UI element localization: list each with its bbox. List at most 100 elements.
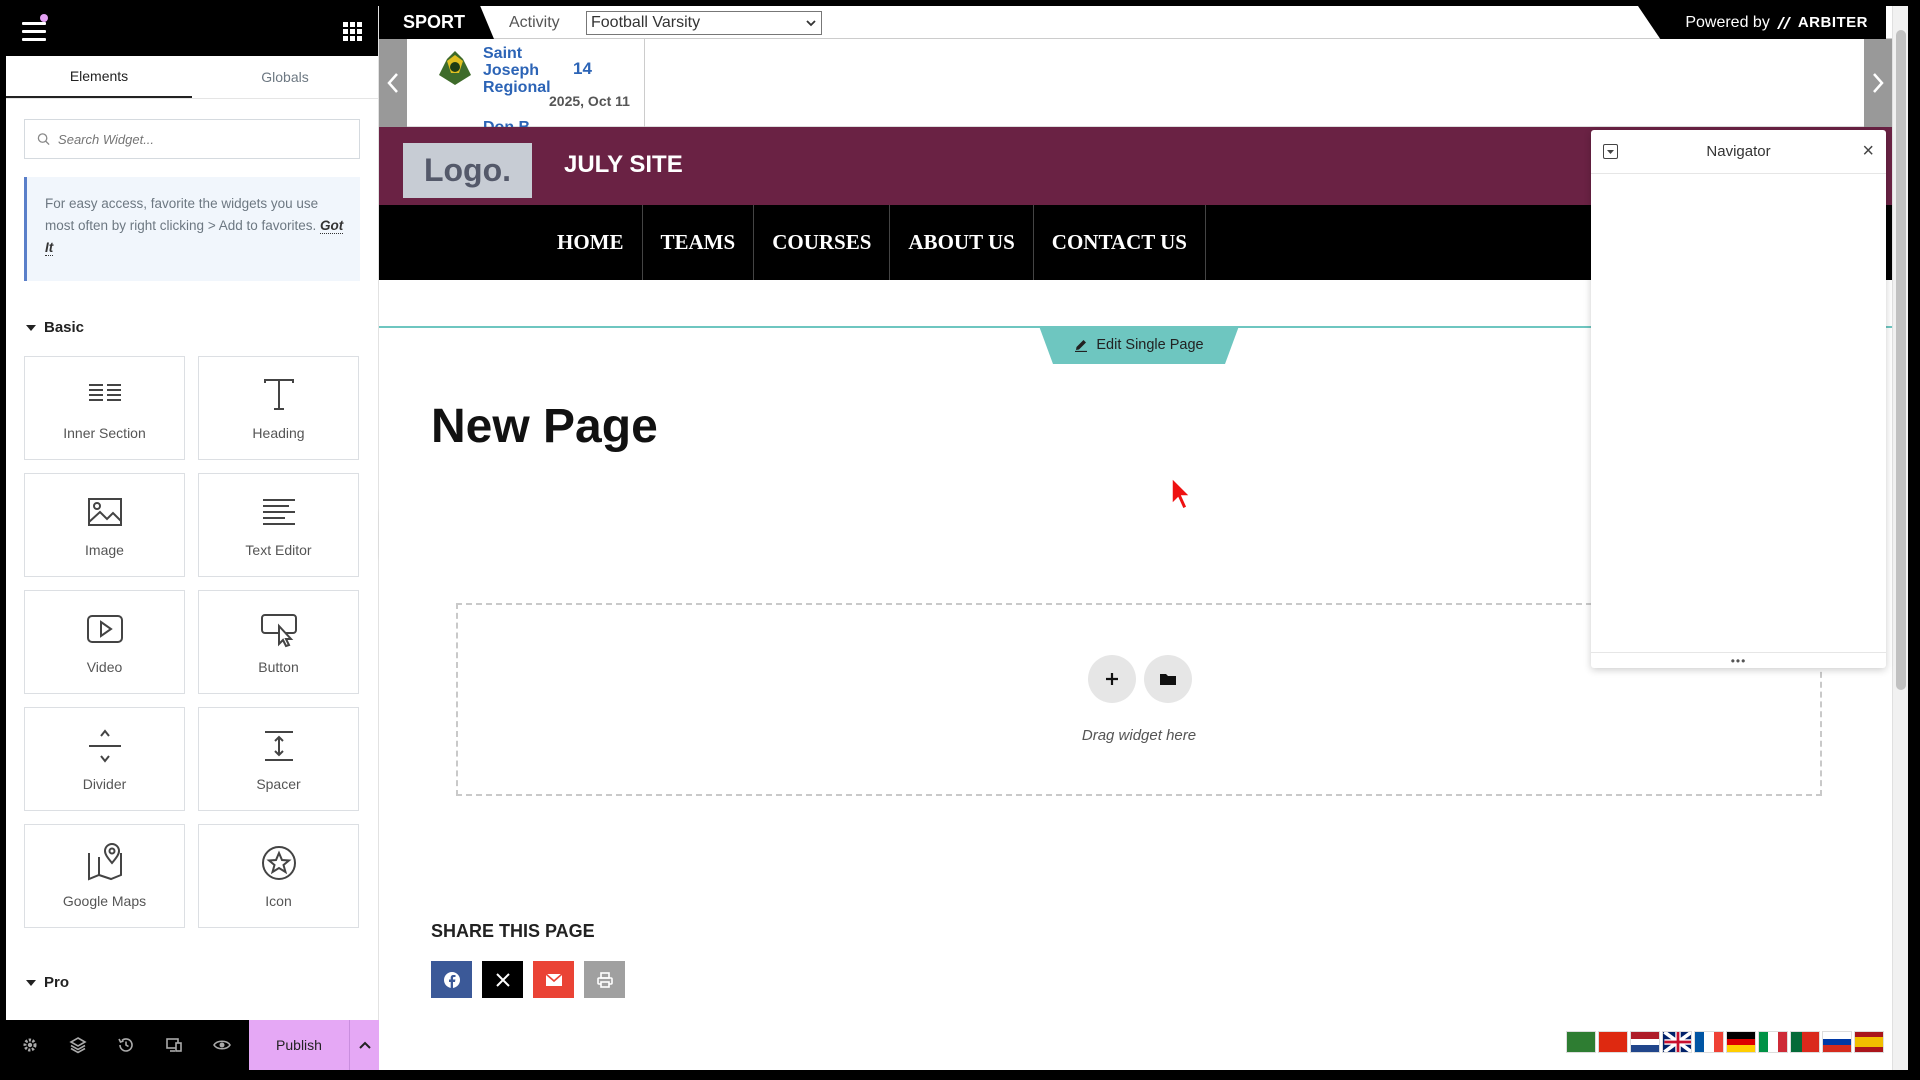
plus-icon	[1106, 673, 1118, 685]
chevron-down-icon	[806, 20, 816, 27]
nav-contact-us[interactable]: CONTACT US	[1034, 205, 1206, 280]
panel-footer: Publish	[6, 1020, 379, 1070]
menu-icon[interactable]	[22, 21, 46, 41]
widget-button[interactable]: Button	[198, 590, 359, 694]
scoreboard-ticker: Saint Joseph Regional 14 2025, Oct 11 Do…	[379, 39, 1908, 127]
scoreboard-next-button[interactable]	[1864, 39, 1892, 127]
add-section-button[interactable]	[1088, 655, 1136, 703]
edit-single-page-button[interactable]: Edit Single Page	[1039, 326, 1239, 364]
game-card[interactable]: Saint Joseph Regional 14 2025, Oct 11 Do…	[419, 39, 645, 127]
facebook-icon	[443, 971, 460, 989]
x-logo-icon	[495, 972, 510, 987]
category-basic[interactable]: Basic	[26, 319, 378, 336]
navigator-panel: Navigator × •••	[1591, 130, 1886, 668]
share-facebook-button[interactable]	[431, 961, 472, 998]
nav-teams[interactable]: TEAMS	[643, 205, 755, 280]
publish-button[interactable]: Publish	[249, 1020, 349, 1070]
category-basic-label: Basic	[44, 319, 85, 336]
chevron-right-icon	[1873, 73, 1884, 93]
nav-home[interactable]: HOME	[539, 205, 643, 280]
close-icon[interactable]: ×	[1862, 140, 1874, 163]
flag-french-icon[interactable]	[1694, 1031, 1724, 1053]
language-switcher	[1566, 1031, 1884, 1053]
history-icon	[118, 1038, 133, 1052]
flag-german-icon[interactable]	[1726, 1031, 1756, 1053]
widget-icon[interactable]: Icon	[198, 824, 359, 928]
scoreboard-prev-button[interactable]	[379, 39, 407, 127]
widget-inner-section[interactable]: Inner Section	[24, 356, 185, 460]
favorites-tip: For easy access, favorite the widgets yo…	[24, 177, 360, 281]
publish-options-button[interactable]	[349, 1020, 379, 1070]
tip-text: For easy access, favorite the widgets yo…	[45, 196, 319, 233]
activity-value: Football Varsity	[591, 14, 701, 31]
share-x-button[interactable]	[482, 961, 523, 998]
share-buttons	[431, 961, 625, 998]
responsive-mode-button[interactable]	[150, 1036, 198, 1054]
navigator-header[interactable]: Navigator ×	[1591, 130, 1886, 174]
opponent-name: Don B	[483, 119, 530, 127]
arbiter-logo-icon	[1776, 16, 1791, 29]
search-box	[24, 119, 360, 159]
widget-google-maps[interactable]: Google Maps	[24, 824, 185, 928]
flag-italian-icon[interactable]	[1758, 1031, 1788, 1053]
powered-by-badge[interactable]: Powered by ARBITER	[1638, 6, 1886, 39]
navigator-button[interactable]	[54, 1036, 102, 1054]
tab-globals[interactable]: Globals	[192, 56, 378, 98]
button-icon	[260, 614, 297, 648]
collapse-all-icon[interactable]	[1603, 144, 1618, 159]
widget-divider[interactable]: Divider	[24, 707, 185, 811]
activity-select[interactable]: Football Varsity	[586, 11, 822, 35]
widget-spacer[interactable]: Spacer	[198, 707, 359, 811]
navigator-resize-handle[interactable]: •••	[1591, 652, 1886, 668]
star-icon	[261, 846, 296, 880]
caret-down-icon	[26, 324, 36, 331]
site-logo[interactable]: Logo.	[403, 143, 532, 198]
widget-image[interactable]: Image	[24, 473, 185, 577]
share-title: SHARE THIS PAGE	[431, 921, 595, 941]
divider-icon	[88, 729, 121, 763]
google-maps-icon	[87, 843, 122, 881]
flag-english-icon[interactable]	[1662, 1031, 1692, 1053]
flag-portuguese-icon[interactable]	[1790, 1031, 1820, 1053]
search-widget-input[interactable]	[58, 131, 347, 147]
flag-russian-icon[interactable]	[1822, 1031, 1852, 1053]
widget-label: Icon	[265, 893, 292, 909]
pencil-icon	[1075, 340, 1088, 352]
widget-label: Button	[258, 659, 299, 675]
share-email-button[interactable]	[533, 961, 574, 998]
powered-brand: ARBITER	[1797, 14, 1868, 31]
site-title[interactable]: JULY SITE	[564, 151, 683, 179]
tab-elements[interactable]: Elements	[6, 56, 192, 98]
widget-label: Text Editor	[245, 542, 312, 558]
scrollbar-thumb[interactable]	[1896, 30, 1906, 690]
add-template-button[interactable]	[1144, 655, 1192, 703]
history-button[interactable]	[102, 1036, 150, 1054]
drop-zone-text: Drag widget here	[1081, 727, 1197, 744]
printer-icon	[596, 971, 613, 988]
powered-label: Powered by	[1685, 13, 1770, 31]
widget-heading[interactable]: Heading	[198, 356, 359, 460]
layers-icon	[69, 1037, 87, 1054]
nav-about-us[interactable]: ABOUT US	[890, 205, 1034, 280]
devices-icon	[166, 1038, 182, 1052]
category-pro[interactable]: Pro	[26, 974, 378, 991]
widget-text-editor[interactable]: Text Editor	[198, 473, 359, 577]
chevron-left-icon	[387, 73, 398, 93]
page-title[interactable]: New Page	[431, 399, 658, 454]
flag-chinese-icon[interactable]	[1598, 1031, 1628, 1053]
widget-video[interactable]: Video	[24, 590, 185, 694]
flag-spanish-icon[interactable]	[1854, 1031, 1884, 1053]
page-scrollbar[interactable]	[1892, 6, 1908, 1070]
nav-courses[interactable]: COURSES	[754, 205, 891, 280]
flag-dutch-icon[interactable]	[1630, 1031, 1660, 1053]
activity-label: Activity	[509, 14, 560, 31]
apps-grid-icon[interactable]	[343, 21, 362, 41]
preview-button[interactable]	[198, 1036, 246, 1054]
elementor-panel: Elements Globals For easy access, favori…	[6, 6, 379, 1070]
flag-arabic-icon[interactable]	[1566, 1031, 1596, 1053]
share-print-button[interactable]	[584, 961, 625, 998]
panel-tabs: Elements Globals	[6, 56, 378, 99]
settings-button[interactable]	[6, 1036, 54, 1054]
mouse-cursor-icon	[1171, 476, 1192, 511]
team-name: Saint Joseph Regional	[483, 45, 551, 96]
